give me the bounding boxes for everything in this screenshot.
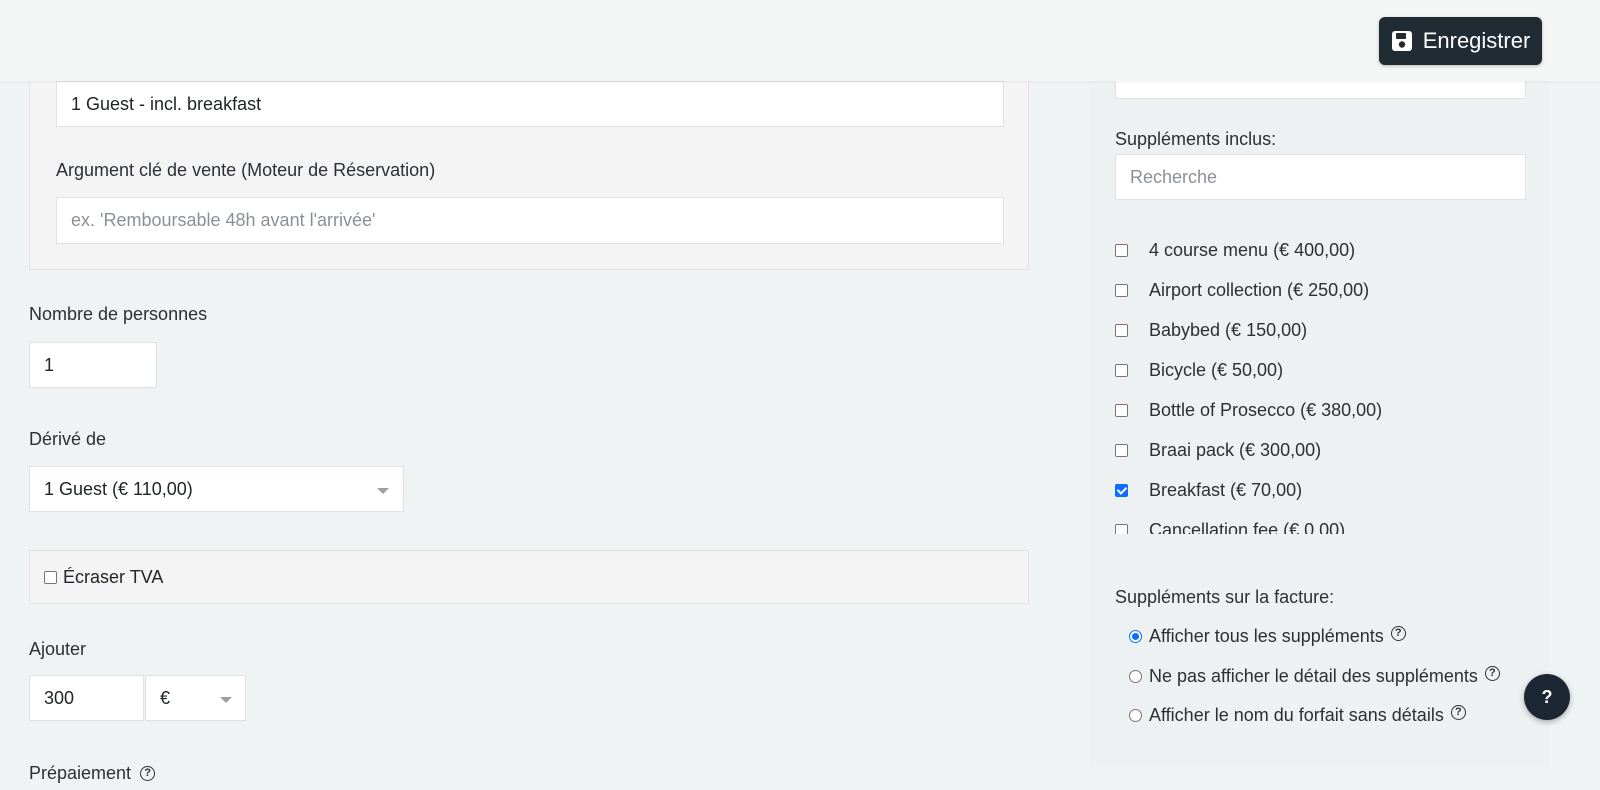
list-item[interactable]: Bottle of Prosecco (€ 380,00) <box>1115 400 1382 420</box>
supplement-label: Cancellation fee (€ 0,00) <box>1149 519 1346 535</box>
persons-input[interactable]: 1 <box>29 342 157 388</box>
invoice-option-label: Afficher le nom du forfait sans détails <box>1149 705 1444 725</box>
rate-name-input[interactable]: 1 Guest - incl. breakfast <box>56 81 1004 127</box>
override-vat-panel: Écraser TVA <box>29 550 1029 604</box>
supplement-checkbox[interactable] <box>1115 323 1128 337</box>
list-item[interactable]: Cancellation fee (€ 0,00) <box>1115 520 1345 534</box>
list-item[interactable]: Braai pack (€ 300,00) <box>1115 440 1321 460</box>
persons-value: 1 <box>44 354 55 375</box>
supplement-checkbox[interactable] <box>1115 403 1128 417</box>
supplement-label: Airport collection (€ 250,00) <box>1149 279 1370 300</box>
supplements-list: 4 course menu (€ 400,00) Airport collect… <box>1115 240 1535 534</box>
invoice-option-no-detail[interactable]: Ne pas afficher le détail des supplément… <box>1129 666 1500 687</box>
override-vat-checkbox[interactable] <box>44 570 57 584</box>
invoice-supplements-label: Suppléments sur la facture: <box>1115 587 1335 607</box>
invoice-option-all[interactable]: Afficher tous les suppléments ? <box>1129 626 1406 647</box>
radio-button[interactable] <box>1129 709 1142 722</box>
override-vat-label: Écraser TVA <box>63 566 164 587</box>
included-supplements-label: Suppléments inclus: <box>1115 129 1277 149</box>
list-item[interactable]: Babybed (€ 150,00) <box>1115 320 1307 340</box>
add-label: Ajouter <box>29 639 87 659</box>
save-button-label: Enregistrer <box>1422 28 1531 53</box>
derived-value: 1 Guest (€ 110,00) <box>44 478 193 499</box>
supplement-checkbox[interactable] <box>1115 243 1128 257</box>
invoice-option-label: Afficher tous les suppléments <box>1149 626 1384 646</box>
add-currency-value: € <box>160 687 171 708</box>
add-amount-value: 300 <box>44 687 75 708</box>
save-button[interactable]: Enregistrer <box>1379 17 1542 65</box>
supplement-label: Bicycle (€ 50,00) <box>1149 359 1284 380</box>
key-argument-placeholder: ex. 'Remboursable 48h avant l'arrivée' <box>71 210 376 230</box>
key-argument-label: Argument clé de vente (Moteur de Réserva… <box>56 160 436 180</box>
list-item[interactable]: 4 course menu (€ 400,00) <box>1115 240 1355 260</box>
supplements-search-input[interactable]: Recherche <box>1115 154 1526 200</box>
supplement-checkbox[interactable] <box>1115 443 1128 457</box>
list-item[interactable]: Airport collection (€ 250,00) <box>1115 280 1369 300</box>
derived-select[interactable]: 1 Guest (€ 110,00) <box>29 466 404 512</box>
help-icon[interactable]: ? <box>1484 666 1500 681</box>
supplements-search-placeholder: Recherche <box>1130 166 1218 187</box>
floppy-disk-icon <box>1391 30 1413 52</box>
chevron-down-icon <box>220 697 232 703</box>
rate-name-value: 1 Guest - incl. breakfast <box>71 93 262 114</box>
supplement-checkbox[interactable] <box>1115 483 1128 497</box>
help-icon[interactable]: ? <box>1450 705 1466 720</box>
chevron-down-icon <box>377 488 389 494</box>
help-icon[interactable]: ? <box>1390 626 1406 641</box>
help-icon[interactable]: ? <box>140 766 156 781</box>
prepayment-label-row: Prépaiement ? <box>29 763 156 784</box>
supplement-label: Breakfast (€ 70,00) <box>1149 479 1303 500</box>
supplement-label: 4 course menu (€ 400,00) <box>1149 240 1356 260</box>
supplement-label: Babybed (€ 150,00) <box>1149 319 1308 340</box>
add-amount-input[interactable]: 300 <box>29 675 144 721</box>
supplement-label: Braai pack (€ 300,00) <box>1149 439 1322 460</box>
help-chat-button[interactable]: ? <box>1524 674 1570 720</box>
radio-button[interactable] <box>1129 630 1142 643</box>
add-currency-select[interactable]: € <box>145 675 246 721</box>
invoice-option-package-name[interactable]: Afficher le nom du forfait sans détails … <box>1129 705 1466 726</box>
list-item[interactable]: Breakfast (€ 70,00) <box>1115 480 1302 500</box>
key-argument-input[interactable]: ex. 'Remboursable 48h avant l'arrivée' <box>56 197 1004 244</box>
top-toolbar: Enregistrer <box>0 0 1600 81</box>
supplement-checkbox[interactable] <box>1115 283 1128 297</box>
supplement-checkbox[interactable] <box>1115 363 1128 377</box>
list-item[interactable]: Bicycle (€ 50,00) <box>1115 360 1283 380</box>
supplement-checkbox[interactable] <box>1115 523 1128 534</box>
derived-label: Dérivé de <box>29 429 107 449</box>
persons-label: Nombre de personnes <box>29 304 208 324</box>
help-button-label: ? <box>1541 686 1553 707</box>
prepayment-label: Prépaiement <box>29 763 132 783</box>
radio-button[interactable] <box>1129 670 1142 683</box>
invoice-option-label: Ne pas afficher le détail des supplément… <box>1149 666 1478 686</box>
supplement-label: Bottle of Prosecco (€ 380,00) <box>1149 399 1383 420</box>
